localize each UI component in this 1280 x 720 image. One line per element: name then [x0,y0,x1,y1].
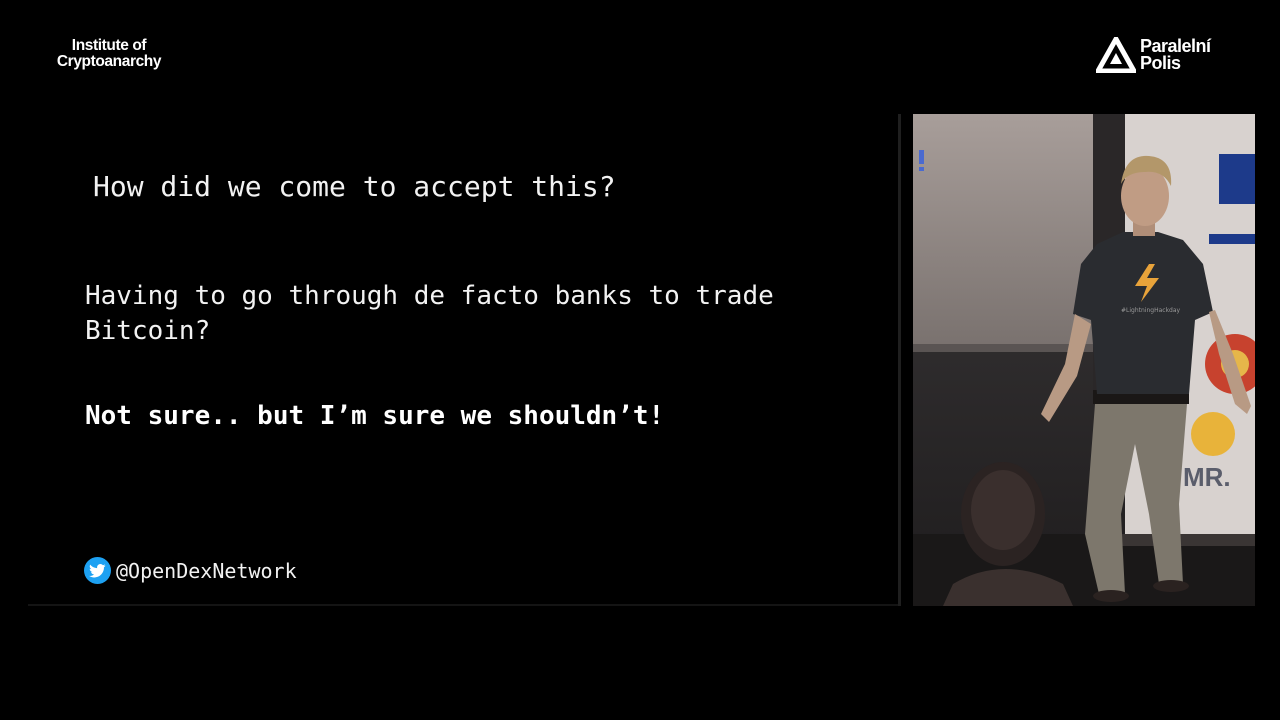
paralelni-polis-logo: Paralelní Polis [1096,37,1211,73]
slide-body: Having to go through de facto banks to t… [85,281,774,346]
slide-bottom-edge [28,604,898,606]
institute-of-cryptoanarchy-logo: Institute of Cryptoanarchy [50,38,168,70]
shirt-text: #LightningHackday [1121,307,1181,314]
logo-line-1: Institute of [71,37,147,54]
speaker-video-feed: MR. #LightningHackday [913,114,1255,606]
twitter-credit: @OpenDexNetwork [84,557,297,584]
slide-divider [898,114,901,606]
slide-answer: Not sure.. but I’m sure we shouldn’t! [85,401,665,431]
paralelni-polis-triangle-icon [1096,37,1136,73]
twitter-bird-icon [84,557,111,584]
twitter-handle: @OpenDexNetwork [116,558,297,583]
logo-line-2: Cryptoanarchy [56,53,162,70]
paralelni-polis-text: Paralelní Polis [1140,37,1211,73]
pp-line-2: Polis [1140,53,1181,73]
backdrop-text: MR. [1183,462,1231,492]
slide-title: How did we come to accept this? [93,170,616,203]
